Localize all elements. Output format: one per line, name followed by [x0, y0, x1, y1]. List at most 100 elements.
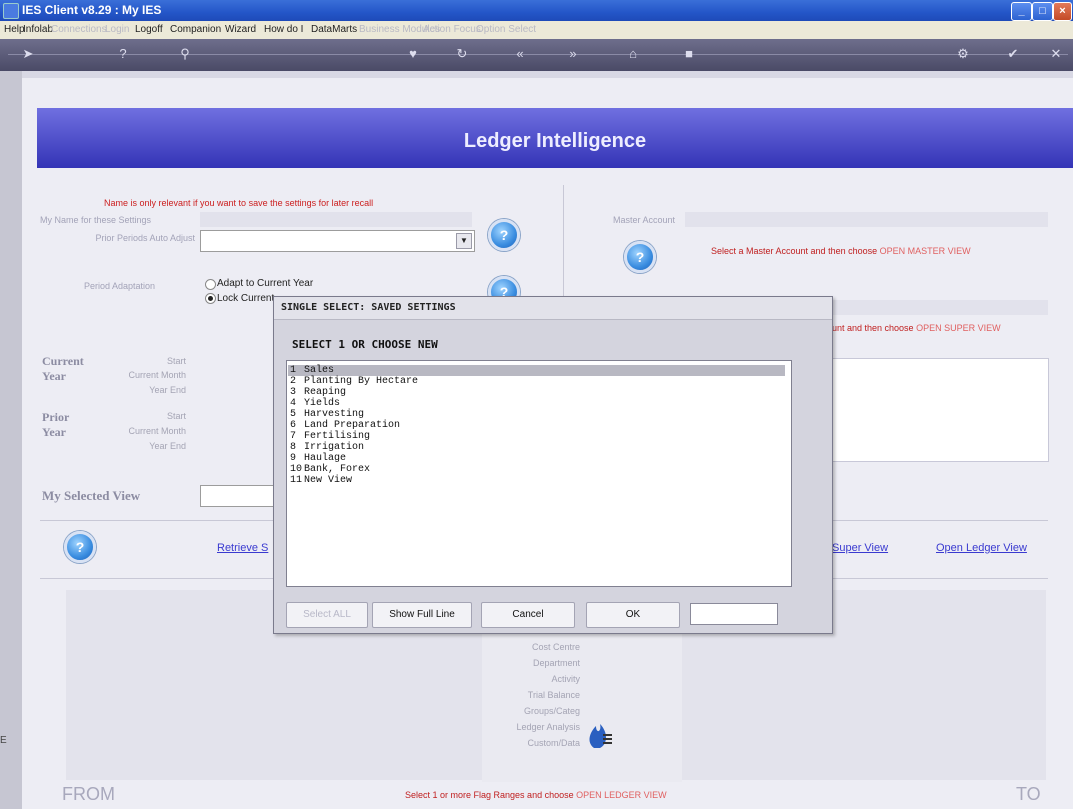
menu-action-focus[interactable]: Action Focus [423, 24, 481, 35]
item-number: 2 [290, 376, 297, 387]
radio-lock-current[interactable] [205, 293, 216, 304]
menu-datamarts[interactable]: DataMarts [311, 24, 357, 35]
item-label: Yields [304, 398, 341, 409]
master-help-button[interactable]: ? [624, 241, 656, 273]
side-label: E [0, 735, 7, 746]
settings-note: Name is only relevant if you want to sav… [104, 198, 374, 208]
item-label: Fertilising [304, 431, 371, 442]
flag-cost-centre[interactable]: Cost Centre [480, 642, 580, 652]
dialog-heading: SELECT 1 OR CHOOSE NEW [292, 338, 438, 351]
super-view-link[interactable]: Super View [832, 542, 888, 554]
list-item[interactable]: 3 Reaping [288, 387, 785, 398]
menu-login[interactable]: Login [105, 24, 129, 35]
current-year-label: Year [42, 369, 66, 383]
current-label: Current [42, 354, 84, 368]
flag-trial-balance[interactable]: Trial Balance [480, 690, 580, 700]
item-number: 1 [290, 365, 297, 376]
menu-how-do-i[interactable]: How do I [264, 24, 303, 35]
title-bar: IES Client v8.29 : My IES _ □ × [0, 0, 1073, 21]
ok-button[interactable]: OK [586, 602, 680, 628]
flag-groups[interactable]: Groups/Categ [480, 706, 580, 716]
item-number: 10 [290, 464, 303, 475]
my-selected-view-field[interactable] [200, 485, 277, 507]
prior-periods-select[interactable]: ▼ [200, 230, 475, 252]
list-item[interactable]: 9 Haulage [288, 453, 785, 464]
super-hint-row: unt and then choose OPEN SUPER VIEW [832, 323, 1001, 333]
my-name-label: My Name for these Settings [40, 215, 152, 225]
radio-adapt-current-year[interactable] [205, 279, 216, 290]
rewind-icon[interactable]: « [511, 45, 529, 63]
menu-help[interactable]: Help [4, 24, 25, 35]
dialog-title: SINGLE SELECT: SAVED SETTINGS [274, 297, 832, 320]
item-number: 8 [290, 442, 297, 453]
settings-icon[interactable]: ⚙ [954, 45, 972, 63]
flag-custom-data[interactable]: Custom/Data [480, 738, 580, 748]
saved-settings-list[interactable]: 1 Sales 2 Planting By Hectare 3 Reaping 4 Yi… [286, 360, 792, 587]
retrieve-settings-link[interactable]: Retrieve S [217, 542, 268, 554]
settings-help-button[interactable]: ? [488, 219, 520, 251]
list-item[interactable]: 8 Irrigation [288, 442, 785, 453]
list-item[interactable]: 7 Fertilising [288, 431, 785, 442]
super-view-list[interactable] [830, 358, 1049, 462]
list-item[interactable]: 11 New View [288, 475, 785, 486]
close-icon[interactable]: ✕ [1047, 45, 1065, 63]
list-item[interactable]: 2 Planting By Hectare [288, 376, 785, 387]
flag-department[interactable]: Department [480, 658, 580, 668]
select-all-button[interactable]: Select ALL [286, 602, 368, 628]
master-account-field[interactable] [685, 212, 1048, 227]
close-window-button[interactable]: × [1053, 2, 1072, 21]
item-label: Sales [304, 365, 335, 376]
prior-year-end-label: Year End [149, 441, 186, 451]
prior-start-label: Start [166, 411, 186, 421]
help-icon[interactable]: ? [114, 45, 132, 63]
flag-activity[interactable]: Activity [480, 674, 580, 684]
menu-companion[interactable]: Companion [170, 24, 221, 35]
open-ledger-view-link[interactable]: Open Ledger View [936, 542, 1027, 554]
window-title: IES Client v8.29 : My IES [22, 3, 162, 17]
bottom-hint: Select 1 or more Flag Ranges and choose [405, 790, 574, 800]
refresh-icon[interactable]: ↻ [453, 45, 471, 63]
item-label: Reaping [304, 387, 347, 398]
my-name-input[interactable] [200, 212, 472, 227]
search-icon[interactable]: ⚲ [176, 45, 194, 63]
maximize-button[interactable]: □ [1032, 2, 1053, 21]
cancel-button[interactable]: Cancel [481, 602, 575, 628]
stop-icon[interactable]: ■ [680, 45, 698, 63]
super-hint: unt and then choose [832, 323, 914, 333]
saved-settings-dialog: SINGLE SELECT: SAVED SETTINGS SELECT 1 O… [273, 296, 833, 634]
open-master-view-link[interactable]: OPEN MASTER VIEW [880, 246, 971, 256]
home-icon[interactable]: ⌂ [624, 45, 642, 63]
heart-icon[interactable]: ♥ [404, 45, 422, 63]
list-item[interactable]: 1 Sales [288, 365, 785, 376]
toolbar: ➤ ? ⚲ ♥ ↻ « » ⌂ ■ ⚙ ✔ ✕ [0, 39, 1073, 71]
menu-option-select[interactable]: Option Select [476, 24, 536, 35]
app-icon [3, 3, 19, 19]
menu-connections[interactable]: Connections [51, 24, 107, 35]
flag-ledger-analysis[interactable]: Ledger Analysis [480, 722, 580, 732]
chevron-down-icon[interactable]: ▼ [456, 233, 472, 249]
list-item[interactable]: 10 Bank, Forex [288, 464, 785, 475]
prior-year-label: Year [42, 425, 66, 439]
radio-adapt-label: Adapt to Current Year [217, 278, 314, 289]
list-item[interactable]: 4 Yields [288, 398, 785, 409]
radio-lock-label: Lock Current [217, 293, 275, 304]
minimize-button[interactable]: _ [1011, 2, 1032, 21]
super-account-field[interactable] [830, 300, 1048, 315]
menu-wizard[interactable]: Wizard [225, 24, 256, 35]
master-hint-row: Select a Master Account and then choose … [711, 246, 971, 256]
forward-icon[interactable]: » [564, 45, 582, 63]
prior-periods-label: Prior Periods Auto Adjust [95, 233, 195, 243]
view-help-button[interactable]: ? [64, 531, 96, 563]
dialog-search-input[interactable] [690, 603, 778, 625]
list-item[interactable]: 5 Harvesting [288, 409, 785, 420]
item-number: 6 [290, 420, 297, 431]
menu-logoff[interactable]: Logoff [135, 24, 163, 35]
menu-infolab[interactable]: Infolab [23, 24, 53, 35]
arrow-right-icon[interactable]: ➤ [8, 45, 48, 63]
check-icon[interactable]: ✔ [1004, 45, 1022, 63]
open-ledger-view-hint-link[interactable]: OPEN LEDGER VIEW [576, 790, 667, 800]
open-super-view-link[interactable]: OPEN SUPER VIEW [916, 323, 1001, 333]
list-item[interactable]: 6 Land Preparation [288, 420, 785, 431]
item-label: Land Preparation [304, 420, 401, 431]
show-full-line-button[interactable]: Show Full Line [372, 602, 472, 628]
